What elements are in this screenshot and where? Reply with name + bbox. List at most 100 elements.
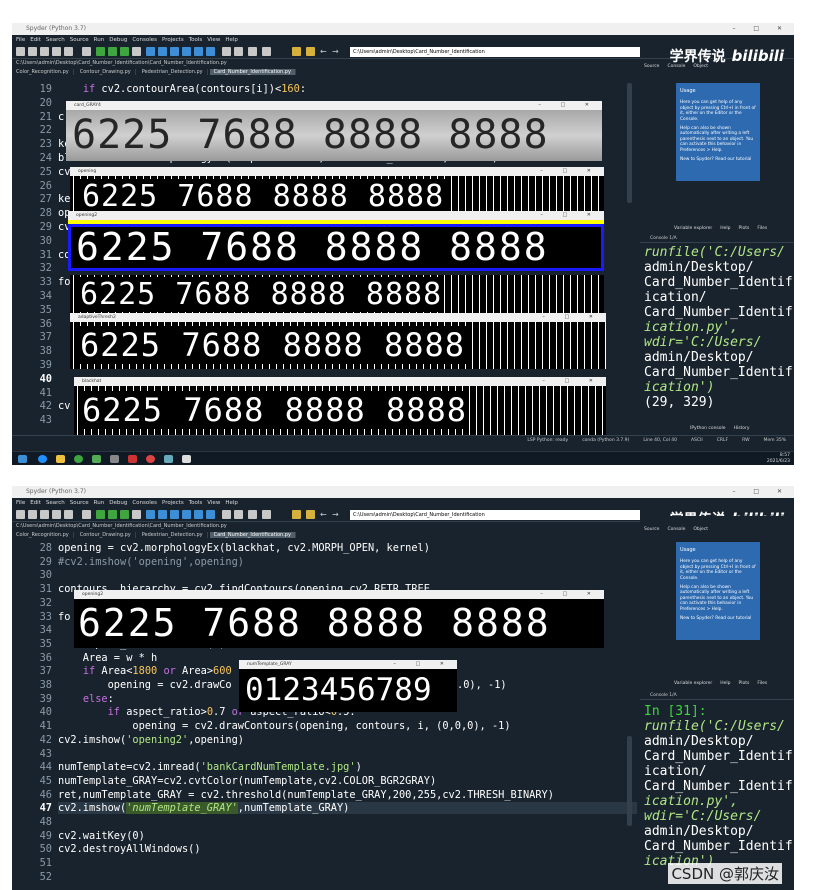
code-line[interactable]: fo — [58, 611, 70, 623]
wrench-icon[interactable] — [292, 47, 301, 56]
pane-tab-source[interactable]: Source — [644, 64, 659, 69]
menu-help[interactable]: Help — [225, 37, 238, 43]
forward-arrow-icon[interactable]: → — [332, 510, 341, 519]
maximize-pane-icon[interactable] — [222, 47, 231, 56]
cv-window-titlebar[interactable]: adaptiveThresh2 – □ ✕ — [70, 313, 606, 322]
window-icon[interactable] — [182, 455, 191, 463]
continue-icon[interactable] — [194, 47, 203, 56]
step-icon[interactable] — [158, 510, 167, 519]
step-return-icon[interactable] — [182, 47, 191, 56]
tab-card-number-identification[interactable]: Card_Number_Identification.py — [209, 69, 296, 75]
cv-window-controls[interactable]: – □ ✕ — [540, 211, 600, 220]
editor-scrollbar[interactable] — [627, 83, 632, 203]
run-cell-icon[interactable] — [108, 510, 117, 519]
cv-window-controls[interactable]: – □ ✕ — [542, 313, 602, 322]
menu-help[interactable]: Help — [225, 500, 238, 506]
tab-variable-explorer[interactable]: Variable explorer — [674, 681, 712, 686]
run-selection-icon[interactable] — [132, 47, 141, 56]
fullscreen-icon[interactable] — [234, 47, 243, 56]
back-arrow-icon[interactable]: ← — [320, 47, 329, 56]
debug-icon[interactable] — [146, 47, 155, 56]
fullscreen-icon[interactable] — [234, 510, 243, 519]
menu-debug[interactable]: Debug — [109, 37, 127, 43]
back-arrow-icon[interactable]: ← — [320, 510, 329, 519]
tab-history[interactable]: History — [734, 426, 750, 431]
code-line[interactable]: opening = cv2.morphologyEx(blackhat, cv2… — [58, 542, 430, 554]
tab-help[interactable]: Help — [720, 681, 730, 686]
cv-window-controls[interactable]: – □ ✕ — [540, 167, 600, 176]
cv-window-controls[interactable]: – □ ✕ — [538, 101, 598, 110]
ipython-console[interactable]: In [31]: runfile('C:/Users/admin/Desktop/… — [644, 704, 793, 869]
tab-help[interactable]: Help — [720, 226, 730, 231]
pane-tab-console[interactable]: Console — [667, 527, 685, 532]
pane-tab-source[interactable]: Source — [644, 527, 659, 532]
file-explorer-icon[interactable] — [56, 455, 65, 463]
list-icon[interactable] — [64, 47, 73, 56]
code-line[interactable]: ke — [58, 193, 70, 205]
open-file-icon[interactable] — [28, 510, 37, 519]
console-tab-header[interactable]: Console 1/A — [640, 692, 794, 700]
menu-edit[interactable]: Edit — [30, 500, 41, 506]
list-icon[interactable] — [64, 510, 73, 519]
run-selection-icon[interactable] — [132, 510, 141, 519]
menu-file[interactable]: File — [16, 500, 25, 506]
menu-tools[interactable]: Tools — [189, 37, 203, 43]
menu-run[interactable]: Run — [94, 37, 105, 43]
cv-window-adaptive-thresh2[interactable]: adaptiveThresh2 – □ ✕ 6225 7688 8888 8888 — [70, 313, 606, 369]
tab-files[interactable]: Files — [757, 226, 767, 231]
code-line[interactable]: fo — [58, 276, 70, 288]
run-cell-advance-icon[interactable] — [120, 510, 129, 519]
preferences-icon[interactable] — [248, 510, 257, 519]
python-icon[interactable] — [306, 510, 315, 519]
maximize-pane-icon[interactable] — [222, 510, 231, 519]
run-icon[interactable] — [96, 47, 105, 56]
menu-file[interactable]: File — [16, 37, 25, 43]
save-all-icon[interactable] — [52, 47, 61, 56]
cv-window-titlebar[interactable]: card_GRAY4 – □ ✕ — [66, 101, 602, 110]
tab-plots[interactable]: Plots — [739, 226, 750, 231]
run-cell-icon[interactable] — [108, 47, 117, 56]
tab-color-recognition[interactable]: Color_Recognition.py — [12, 532, 74, 538]
tab-files[interactable]: Files — [757, 681, 767, 686]
python-taskbar-icon[interactable] — [164, 455, 173, 463]
menu-projects[interactable]: Projects — [162, 37, 184, 43]
cv-window-num-template-gray[interactable]: numTemplate_GRAY – □ ✕ 0123456789 — [239, 660, 457, 712]
tab-plots[interactable]: Plots — [739, 681, 750, 686]
working-directory-input[interactable]: C:\Users\admin\Desktop\Card_Number_Ident… — [350, 47, 640, 57]
menu-search[interactable]: Search — [46, 37, 65, 43]
code-line[interactable]: cv — [58, 400, 70, 412]
windows-start-icon[interactable] — [18, 455, 27, 463]
cv-window-titlebar[interactable]: blackhat – □ ✕ — [74, 377, 606, 386]
forward-arrow-icon[interactable]: → — [332, 47, 341, 56]
tab-contour-drawing[interactable]: Contour_Drawing.py — [75, 532, 136, 538]
save-all-icon[interactable] — [52, 510, 61, 519]
code-line[interactable]: if Area<1800 or Area>600 — [58, 665, 232, 677]
tab-card-number-identification[interactable]: Card_Number_Identification.py — [209, 532, 296, 538]
code-line[interactable]: if cv2.contourArea(contours[i])<160: — [58, 83, 306, 95]
chrome-icon[interactable] — [74, 455, 83, 463]
cv-window-titlebar[interactable]: opening2 – □ ✕ — [74, 590, 604, 599]
code-line[interactable]: cv2.imshow('numTemplate_GRAY',numTemplat… — [58, 802, 637, 815]
python-icon[interactable] — [306, 47, 315, 56]
code-line[interactable]: Area = w * h — [58, 652, 157, 664]
cv-window-blackhat[interactable]: blackhat – □ ✕ 6225 7688 8888 8888 — [74, 377, 606, 435]
cv-window-controls[interactable]: – □ ✕ — [393, 660, 453, 669]
cv-window-controls[interactable]: – □ ✕ — [540, 590, 600, 599]
at-icon[interactable] — [82, 47, 91, 56]
step-return-icon[interactable] — [182, 510, 191, 519]
code-line[interactable]: numTemplate_GRAY=cv2.cvtColor(numTemplat… — [58, 775, 436, 787]
code-line[interactable]: ret,numTemplate_GRAY = cv2.threshold(num… — [58, 789, 554, 801]
stop-debug-icon[interactable] — [206, 47, 215, 56]
debug-icon[interactable] — [146, 510, 155, 519]
menu-run[interactable]: Run — [94, 500, 105, 506]
code-line[interactable]: cv — [58, 166, 70, 178]
at-icon[interactable] — [82, 510, 91, 519]
tab-pedestrian-detection[interactable]: Pedestrian_Detection.py — [137, 532, 208, 538]
preferences-icon[interactable] — [248, 47, 257, 56]
working-directory-input[interactable]: C:\Users\admin\Desktop\Card_Number_Ident… — [350, 510, 640, 520]
cv-window-titlebar[interactable]: opening – □ ✕ — [70, 167, 604, 176]
cv-window-titlebar[interactable]: opening2 – □ ✕ — [68, 211, 604, 220]
pythonpath-icon[interactable] — [262, 47, 271, 56]
code-line[interactable]: cv2.imshow('opening2',opening) — [58, 734, 244, 746]
menu-consoles[interactable]: Consoles — [132, 500, 157, 506]
